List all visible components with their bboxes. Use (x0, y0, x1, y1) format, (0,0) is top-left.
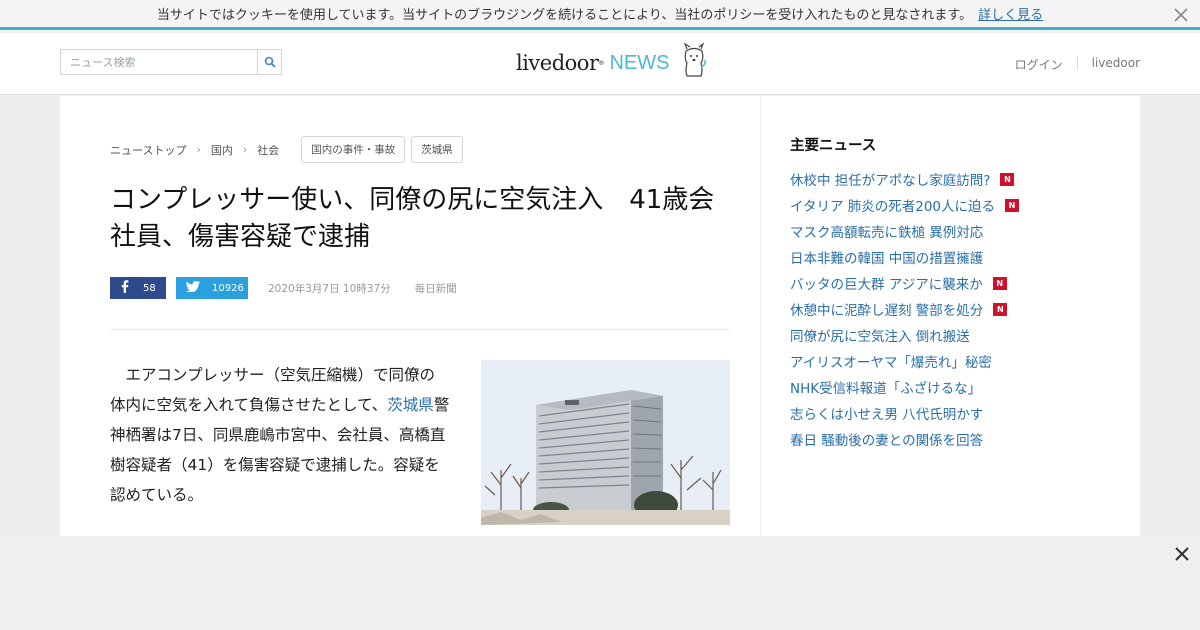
ad-banner (0, 536, 1200, 630)
facebook-icon (121, 280, 129, 296)
logo-news-text: NEWS (609, 51, 670, 74)
close-icon[interactable] (1173, 545, 1191, 563)
chevron-right-icon: › (196, 143, 201, 156)
news-link[interactable]: NHK受信料報道「ふざけるな」 (790, 377, 981, 397)
livedoor-link[interactable]: livedoor (1092, 56, 1140, 73)
list-item: イタリア 肺炎の死者200人に迫る N (790, 192, 1020, 218)
news-link[interactable]: 志らくは小せえ男 八代氏明かす (790, 403, 983, 423)
new-badge: N (993, 302, 1008, 316)
news-link[interactable]: 春日 騒動後の妻との関係を回答 (790, 429, 983, 449)
site-logo[interactable]: livedoor ® NEWS (516, 42, 708, 83)
ibaraki-link[interactable]: 茨城県 (387, 396, 434, 414)
building-photo[interactable] (481, 360, 730, 525)
breadcrumb: ニューストップ › 国内 › 社会 国内の事件・事故 茨城県 (110, 136, 463, 163)
sidebar: 主要ニュース 休校中 担任がアポなし家庭訪問? N イタリア 肺炎の死者200人… (761, 96, 1140, 536)
logo-livedoor-text: livedoor (516, 51, 599, 75)
news-link[interactable]: バッタの巨大群 アジアに襲来か (790, 273, 983, 293)
breadcrumb-item-society[interactable]: 社会 (257, 142, 279, 158)
list-item: バッタの巨大群 アジアに襲来か N (790, 270, 1019, 296)
search-icon[interactable] (257, 50, 281, 74)
facebook-share-count: 58 (143, 282, 156, 294)
list-item: アイリスオーヤマ「爆売れ」秘密 (790, 348, 1019, 374)
list-item: 同僚が尻に空気注入 倒れ搬送 (790, 322, 1019, 348)
article-source: 毎日新聞 (414, 282, 457, 295)
search-box (60, 49, 282, 75)
article-column: ニューストップ › 国内 › 社会 国内の事件・事故 茨城県 コンプレッサー使い… (60, 96, 760, 536)
login-link[interactable]: ログイン (1015, 56, 1063, 73)
share-row: 58 10926 2020年3月7日 10時37分 毎日新聞 (110, 277, 457, 299)
dog-mascot-icon (680, 42, 708, 83)
logo-registered-mark: ® (598, 59, 605, 67)
list-item: 日本非難の韓国 中国の措置擁護 (790, 244, 1019, 270)
divider (110, 329, 730, 330)
chevron-right-icon: › (242, 143, 248, 156)
search-input[interactable] (61, 50, 257, 74)
list-item: 春日 騒動後の妻との関係を回答 (790, 426, 1019, 452)
tag-ibaraki[interactable]: 茨城県 (411, 136, 463, 163)
list-item: マスク高額転売に鉄槌 異例対応 (790, 218, 1019, 244)
article-datetime: 2020年3月7日 10時37分 (268, 282, 391, 295)
twitter-icon (186, 281, 200, 295)
list-item: NHK受信料報道「ふざけるな」 (790, 374, 1019, 400)
twitter-share-count: 10926 (212, 282, 244, 294)
news-link[interactable]: イタリア 肺炎の死者200人に迫る (790, 195, 995, 215)
breadcrumb-item-domestic[interactable]: 国内 (211, 142, 233, 158)
facebook-share-button[interactable]: 58 (110, 277, 166, 299)
news-link[interactable]: 休校中 担任がアポなし家庭訪問? (790, 169, 990, 189)
breadcrumb-item-top[interactable]: ニューストップ (110, 142, 186, 158)
cookie-more-link[interactable]: 詳しく見る (978, 4, 1043, 23)
top-news-list: 休校中 担任がアポなし家庭訪問? N イタリア 肺炎の死者200人に迫る N マ… (790, 166, 1020, 452)
close-icon[interactable] (1172, 6, 1190, 24)
article-body: エアコンプレッサー（空気圧縮機）で同僚の体内に空気を入れて負傷させたとして、茨城… (110, 360, 450, 510)
list-item: 休校中 担任がアポなし家庭訪問? N (790, 166, 1019, 192)
new-badge: N (992, 276, 1007, 290)
list-item: 休憩中に泥酔し遅刻 警部を処分 N (790, 296, 1019, 322)
news-link[interactable]: マスク高額転売に鉄槌 異例対応 (790, 221, 983, 241)
news-link[interactable]: 同僚が尻に空気注入 倒れ搬送 (790, 325, 970, 345)
sidebar-title: 主要ニュース (790, 138, 877, 154)
list-item: 志らくは小せえ男 八代氏明かす (790, 400, 1019, 426)
cookie-message: 当サイトではクッキーを使用しています。当サイトのブラウジングを続けることにより、… (156, 8, 973, 23)
header-link-divider (1076, 56, 1078, 70)
news-link[interactable]: 休憩中に泥酔し遅刻 警部を処分 (790, 299, 983, 319)
new-badge: N (1005, 198, 1020, 212)
news-link[interactable]: 日本非難の韓国 中国の措置擁護 (790, 247, 983, 267)
twitter-share-button[interactable]: 10926 (176, 277, 248, 299)
cookie-banner: 当サイトではクッキーを使用しています。当サイトのブラウジングを続けることにより、… (0, 0, 1200, 30)
news-link[interactable]: アイリスオーヤマ「爆売れ」秘密 (790, 351, 992, 371)
header-links: ログイン livedoor (1015, 56, 1140, 73)
new-badge: N (1000, 172, 1015, 186)
article-title: コンプレッサー使い、同僚の尻に空気注入 41歳会社員、傷害容疑で逮捕 (110, 185, 715, 252)
tag-domestic-incidents[interactable]: 国内の事件・事故 (301, 136, 406, 163)
site-header: livedoor ® NEWS ログイン livedoor (0, 33, 1200, 95)
